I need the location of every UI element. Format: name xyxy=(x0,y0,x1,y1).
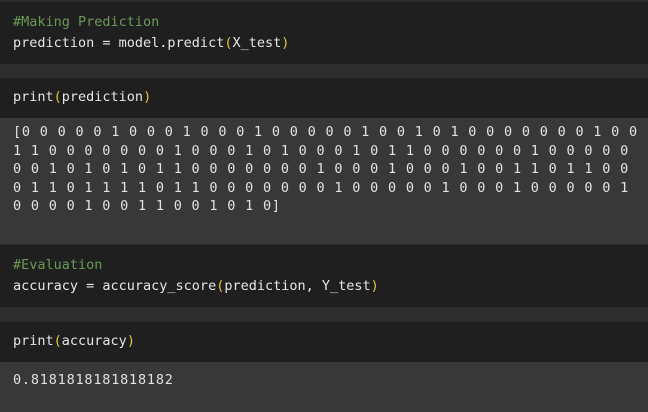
code-args: accuracy xyxy=(61,333,127,349)
code-text: prediction = model.predict xyxy=(13,35,225,51)
code-text: print xyxy=(13,333,54,349)
code-cell-making-prediction[interactable]: #Making Prediction prediction = model.pr… xyxy=(0,2,648,64)
code-cell-print-accuracy[interactable]: print(accuracy) xyxy=(0,322,648,362)
code-line: prediction = model.predict(X_test) xyxy=(13,33,648,54)
cell-output-accuracy: 0.8181818181818182 xyxy=(0,362,648,412)
code-args: X_test xyxy=(232,35,282,51)
code-line: print(accuracy) xyxy=(13,331,648,352)
code-line: print(prediction) xyxy=(13,87,648,108)
code-line: accuracy = accuracy_score(prediction, Y_… xyxy=(13,276,648,297)
code-comment: #Evaluation xyxy=(13,257,103,273)
code-comment: #Making Prediction xyxy=(13,14,160,30)
output-text: 0.8181818181818182 xyxy=(13,372,174,388)
close-paren: ) xyxy=(281,35,290,51)
code-cell-evaluation[interactable]: #Evaluation accuracy = accuracy_score(pr… xyxy=(0,245,648,307)
cell-output-prediction: [0 0 0 0 0 1 0 0 0 1 0 0 0 1 0 0 0 0 0 1… xyxy=(0,118,648,244)
code-args: prediction, Y_test xyxy=(224,278,371,294)
open-paren: ( xyxy=(53,333,62,349)
close-paren: ) xyxy=(143,89,152,105)
code-text: accuracy = accuracy_score xyxy=(13,278,217,294)
code-args: prediction xyxy=(61,89,144,105)
open-paren: ( xyxy=(53,89,62,105)
code-cell-print-prediction[interactable]: print(prediction) xyxy=(0,78,648,118)
close-paren: ) xyxy=(126,333,135,349)
close-paren: ) xyxy=(370,278,379,294)
output-text: [0 0 0 0 0 1 0 0 0 1 0 0 0 1 0 0 0 0 0 1… xyxy=(13,124,647,214)
code-text: print xyxy=(13,89,54,105)
